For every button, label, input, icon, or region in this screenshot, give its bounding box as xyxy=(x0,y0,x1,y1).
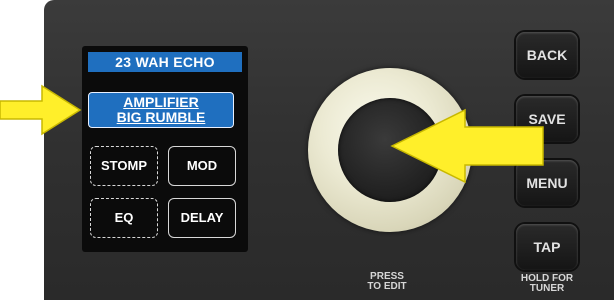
arrow-left-icon xyxy=(390,108,544,184)
